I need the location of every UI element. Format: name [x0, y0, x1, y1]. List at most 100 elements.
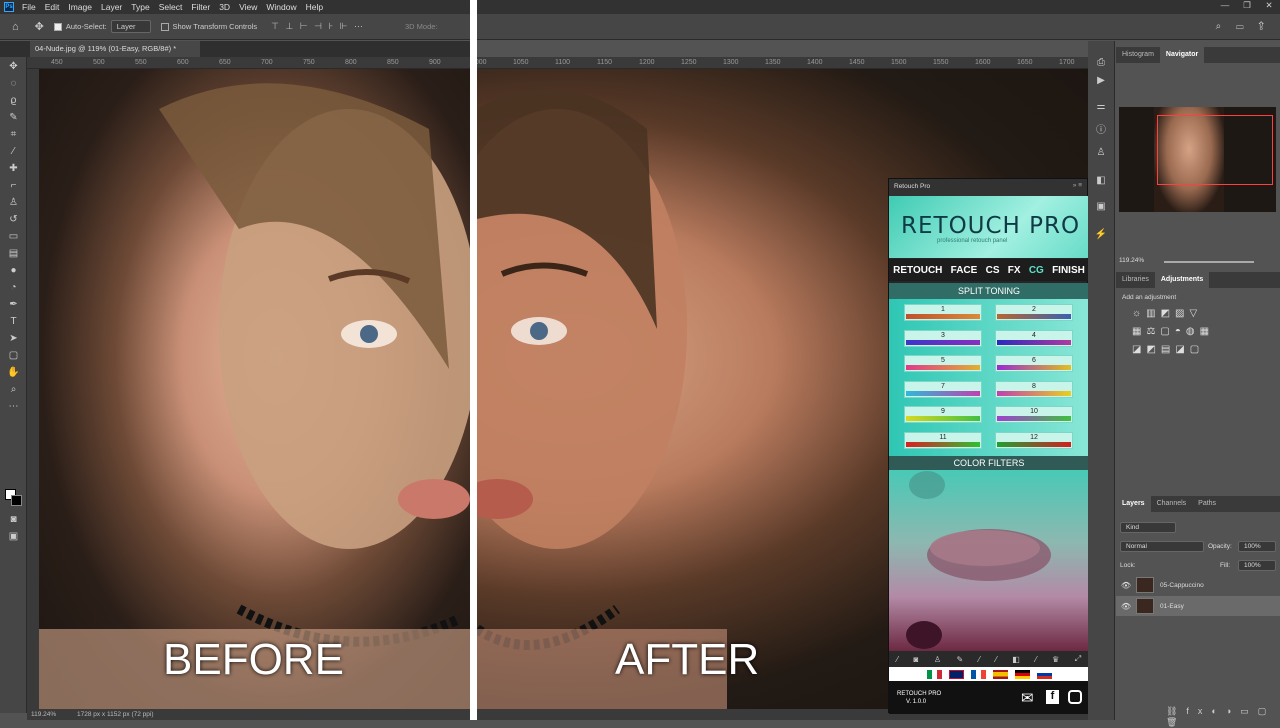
split-toning-swatch-5[interactable]: 5 — [904, 355, 982, 372]
history-brush-icon[interactable]: ↺ — [6, 213, 21, 226]
menu-3d[interactable]: 3D — [219, 2, 230, 12]
crop-icon[interactable]: ⌗ — [6, 128, 21, 141]
visibility-eye-icon[interactable]: 👁 — [1116, 581, 1136, 590]
stamp-icon[interactable]: ♙ — [6, 196, 21, 209]
flag-italy-icon[interactable] — [926, 669, 942, 679]
transform-controls-checkbox[interactable] — [160, 22, 169, 31]
dodge-icon[interactable]: ◔ — [6, 281, 21, 294]
hand-icon[interactable]: ✋ — [6, 366, 21, 379]
nav-finish[interactable]: FINISH — [1052, 265, 1085, 276]
quick-select-icon[interactable]: ✎ — [6, 111, 21, 124]
eraser-icon[interactable]: ▭ — [6, 230, 21, 243]
navigator-zoom-slider[interactable] — [1164, 261, 1254, 263]
layer-row[interactable]: 👁 05-Cappuccino — [1116, 575, 1280, 595]
close-button[interactable]: ✕ — [1258, 0, 1280, 11]
move-icon[interactable]: ✥ — [6, 60, 21, 73]
tab-paths[interactable]: Paths — [1192, 496, 1222, 512]
stamp-panel-icon[interactable]: ♙ — [1094, 147, 1108, 159]
layer-action-icons[interactable]: ⛓fx◐◑▭▢🗑 — [1166, 706, 1280, 728]
navigator-thumbnail[interactable] — [1119, 107, 1276, 212]
instagram-icon[interactable] — [1068, 690, 1082, 704]
menu-edit[interactable]: Edit — [45, 2, 60, 12]
menu-image[interactable]: Image — [68, 2, 92, 12]
opacity-input[interactable]: 100% — [1238, 541, 1276, 552]
layer-comps-icon[interactable]: ◧ — [1094, 175, 1108, 187]
tool-mask-icon[interactable]: ◧ — [1012, 655, 1020, 664]
nav-cs[interactable]: CS — [986, 265, 1000, 276]
split-toning-swatch-1[interactable]: 1 — [904, 304, 982, 321]
flag-france-icon[interactable] — [970, 669, 986, 679]
layer-filter-dropdown[interactable]: Kind — [1120, 522, 1176, 533]
auto-select-dropdown[interactable]: Layer — [110, 20, 151, 33]
marquee-icon[interactable]: ◌ — [6, 77, 21, 90]
split-toning-swatch-12[interactable]: 12 — [995, 431, 1073, 449]
menu-layer[interactable]: Layer — [101, 2, 122, 12]
split-toning-swatch-11[interactable]: 11 — [904, 431, 982, 449]
gradient-icon[interactable]: ▤ — [6, 247, 21, 260]
adjustment-icons[interactable]: ☼▥◩▨▽ ▦⚖▢◓◍▦ ◪◩▤◪▢ — [1132, 305, 1214, 359]
visibility-eye-icon[interactable]: 👁 — [1116, 602, 1136, 611]
layer-row-selected[interactable]: 👁 01-Easy — [1116, 596, 1280, 616]
blend-mode-dropdown[interactable]: Normal — [1120, 541, 1204, 552]
background-color[interactable] — [11, 495, 22, 506]
restore-button[interactable]: ❐ — [1236, 0, 1258, 11]
color-filters-preview[interactable] — [889, 470, 1089, 651]
flag-germany-icon[interactable] — [1014, 669, 1030, 679]
menu-view[interactable]: View — [239, 2, 257, 12]
tool-pen-icon[interactable]: ✎ — [957, 655, 964, 664]
properties-panel-icon[interactable]: ⚌ — [1094, 101, 1108, 113]
nav-retouch[interactable]: RETOUCH — [893, 265, 942, 276]
tool-crown-icon[interactable]: ♛ — [1052, 655, 1059, 664]
move-tool-icon[interactable]: ✥ — [35, 20, 44, 33]
tab-adjustments[interactable]: Adjustments — [1154, 272, 1210, 288]
nav-fx[interactable]: FX — [1008, 265, 1021, 276]
actions-panel-icon[interactable]: ▶ — [1094, 75, 1108, 87]
tab-histogram[interactable]: Histogram — [1116, 47, 1160, 63]
info-panel-icon[interactable]: ⓘ — [1094, 121, 1108, 136]
navigator-zoom[interactable]: 119.24% — [1119, 257, 1144, 264]
split-toning-swatch-2[interactable]: 2 — [995, 304, 1073, 321]
blur-icon[interactable]: ● — [6, 264, 21, 277]
tool-camera-icon[interactable]: ◙ — [914, 655, 919, 664]
split-toning-swatch-7[interactable]: 7 — [904, 380, 982, 398]
menu-filter[interactable]: Filter — [191, 2, 210, 12]
tool-brush3-icon[interactable]: ⁄ — [995, 655, 996, 664]
search-share-icons[interactable]: ⌕ ▭ ⇪ — [1216, 21, 1270, 32]
split-toning-swatch-10[interactable]: 10 — [995, 406, 1073, 423]
mail-icon[interactable]: ✉ — [1021, 689, 1034, 707]
tab-navigator[interactable]: Navigator — [1159, 47, 1205, 63]
healing-icon[interactable]: ✚ — [6, 162, 21, 175]
tool-brush2-icon[interactable]: ⁄ — [979, 655, 980, 664]
split-toning-swatch-8[interactable]: 8 — [995, 380, 1073, 398]
zoom-readout[interactable]: 119.24% — [31, 711, 56, 718]
menu-select[interactable]: Select — [159, 2, 183, 12]
tool-stamp-icon[interactable]: ♙ — [934, 655, 941, 664]
menu-help[interactable]: Help — [306, 2, 323, 12]
split-toning-swatch-6[interactable]: 6 — [995, 355, 1073, 372]
shape-icon[interactable]: ▢ — [6, 349, 21, 362]
flag-russia-icon[interactable] — [1036, 669, 1052, 679]
tab-channels[interactable]: Channels — [1151, 496, 1193, 512]
navigator-view-box[interactable] — [1157, 115, 1273, 185]
plugin-icon[interactable]: ⚡ — [1094, 229, 1108, 241]
brush-icon[interactable]: ⌐ — [6, 179, 21, 192]
minimize-button[interactable]: — — [1214, 0, 1236, 11]
nav-face[interactable]: FACE — [951, 265, 978, 276]
tab-libraries[interactable]: Libraries — [1116, 272, 1155, 288]
pen-icon[interactable]: ✒ — [6, 298, 21, 311]
split-toning-swatch-3[interactable]: 3 — [904, 329, 982, 347]
flag-uk-icon[interactable] — [948, 669, 964, 679]
panel-menu-icon[interactable]: » ≡ — [1073, 182, 1082, 189]
history-panel-icon[interactable]: ⎙ — [1094, 57, 1108, 69]
tool-resize-icon[interactable]: ⤢ — [1075, 654, 1081, 664]
retouch-pro-icon[interactable]: ▣ — [1094, 201, 1108, 213]
facebook-icon[interactable]: f — [1046, 690, 1059, 704]
tool-brush-icon[interactable]: ⁄ — [897, 655, 898, 664]
menu-type[interactable]: Type — [131, 2, 149, 12]
document-tab[interactable]: 04-Nude.jpg @ 119% (01-Easy, RGB/8#) * — [30, 41, 200, 57]
zoom-icon[interactable]: ⌕ — [6, 383, 21, 396]
menu-file[interactable]: File — [22, 2, 36, 12]
type-icon[interactable]: T — [6, 315, 21, 328]
auto-select-checkbox[interactable] — [53, 22, 62, 31]
nav-cg[interactable]: CG — [1029, 265, 1044, 276]
